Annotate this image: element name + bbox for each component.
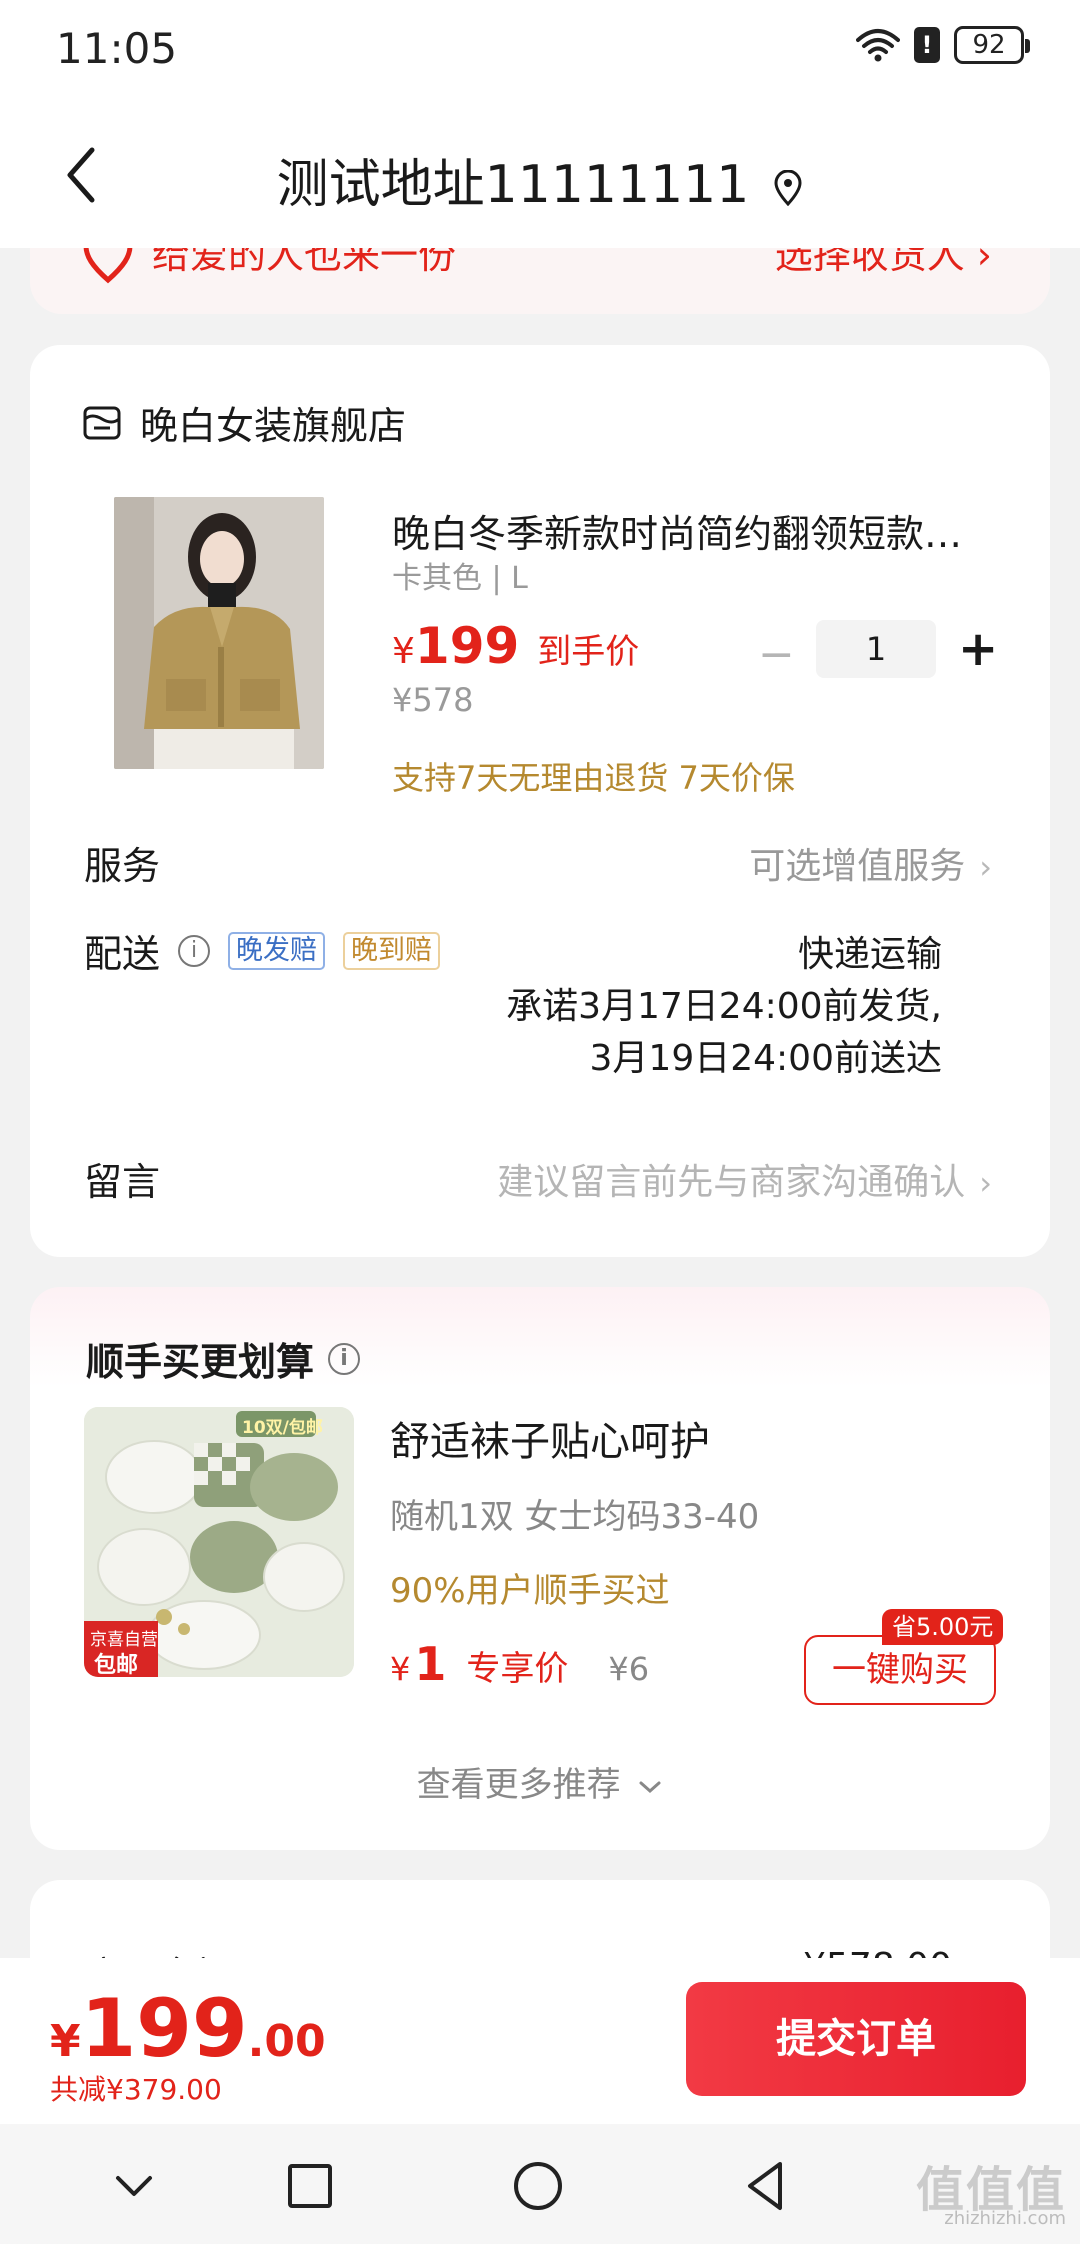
message-placeholder: 建议留言前先与商家沟通确认: [497, 1162, 966, 1203]
total-price: ¥ 199 .00: [50, 1982, 326, 2075]
see-more-label: 查看更多推荐: [416, 1765, 621, 1805]
chevron-down-icon[interactable]: [104, 2156, 164, 2216]
upsell-name[interactable]: 舒适袜子贴心呵护: [390, 1409, 710, 1467]
page-title[interactable]: 测试地址11111111: [0, 142, 1080, 217]
upsell-title-text: 顺手买更划算: [86, 1340, 315, 1384]
total-discount[interactable]: 共减¥379.00: [50, 2068, 222, 2108]
free-shipping-badge: 包邮: [94, 1653, 139, 1677]
system-nav-bar: 值值值 zhizhizhi.com: [0, 2124, 1080, 2244]
delivery-row-left: 配送 i 晚发赔 晚到赔: [84, 923, 441, 978]
price-value: 199: [414, 617, 520, 675]
status-icons: ! 92: [856, 26, 1030, 64]
battery-icon: 92: [954, 26, 1030, 64]
coat-illustration: [114, 497, 324, 769]
delivery-label: 配送: [84, 932, 161, 976]
status-bar: 11:05 ! 92: [0, 0, 1080, 100]
wifi-icon: [856, 29, 900, 62]
upsell-social-proof: 90%用户顺手买过: [390, 1571, 670, 1611]
one-click-buy-button[interactable]: 一键购买: [804, 1635, 996, 1705]
service-row[interactable]: 可选增值服务 ›: [749, 837, 992, 889]
price-tag: 到手价: [537, 632, 640, 672]
upsell-title: 顺手买更划算 i: [86, 1331, 361, 1386]
socks-image[interactable]: 10双/包邮 京喜自营 包邮: [84, 1407, 354, 1677]
late-ship-badge: 晚发赔: [228, 931, 326, 970]
watermark-url: zhizhizhi.com: [944, 2208, 1066, 2229]
delivery-promise-line1: 承诺3月17日24:00前发货,: [506, 986, 942, 1027]
status-time: 11:05: [56, 24, 178, 73]
delivery-method[interactable]: 快递运输: [798, 925, 942, 977]
quantity-decrease-button[interactable]: −: [758, 629, 795, 680]
service-guarantee-tags: 支持7天无理由退货 7天价保: [392, 759, 795, 797]
shop-name: 晚白女装旗舰店: [140, 404, 407, 448]
upsell-price-tag: 专享价: [466, 1649, 569, 1689]
shop-header[interactable]: 晚白女装旗舰店: [82, 395, 406, 450]
alert-icon: !: [914, 27, 940, 63]
service-value: 可选增值服务: [749, 846, 966, 887]
upsell-price-value: 1: [414, 1637, 447, 1691]
total-decimal: .00: [247, 2016, 326, 2067]
chevron-down-icon: [639, 1781, 661, 1793]
product-price: ¥ 199 到手价: [392, 617, 639, 675]
address-title: 测试地址11111111: [276, 155, 750, 215]
late-arrive-badge: 晚到赔: [343, 931, 441, 970]
shop-card: 晚白女装旗舰店 晚白冬季新款时尚简约翻领短款… 卡其色 | L ¥ 199 到手…: [30, 345, 1050, 1257]
info-icon[interactable]: i: [178, 934, 211, 967]
chevron-right-icon: ›: [979, 1164, 992, 1202]
delivery-promise-line2: 3月19日24:00前送达: [589, 1038, 942, 1079]
message-label: 留言: [84, 1160, 161, 1204]
info-icon[interactable]: i: [328, 1342, 361, 1375]
shop-icon: [83, 406, 121, 439]
header: 测试地址11111111: [0, 100, 1080, 248]
delivery-promise: 承诺3月17日24:00前发货, 3月19日24:00前送达: [506, 981, 942, 1085]
back-triangle-icon[interactable]: [736, 2156, 796, 2216]
service-label: 服务: [84, 844, 161, 888]
socks-pack-badge: 10双/包邮: [242, 1418, 323, 1438]
chevron-right-icon: ›: [979, 848, 992, 886]
upsell-original-price: ¥6: [608, 1650, 650, 1688]
upsell-price: ¥ 1 专享价 ¥6: [390, 1637, 649, 1691]
submit-order-button[interactable]: 提交订单: [686, 1982, 1026, 2096]
upsell-card: 顺手买更划算 i 10双/包邮 京喜自营 包邮 舒适袜子贴心呵护 随机1双 女士…: [30, 1287, 1050, 1850]
battery-level: 92: [972, 30, 1006, 60]
product-spec[interactable]: 卡其色 | L: [392, 553, 528, 597]
see-more-recommendations[interactable]: 查看更多推荐: [30, 1757, 1050, 1806]
total-integer: 199: [80, 1982, 248, 2075]
product-title[interactable]: 晚白冬季新款时尚简约翻领短款…: [392, 503, 1012, 558]
original-price: ¥578: [392, 681, 474, 719]
quantity-increase-button[interactable]: +: [958, 621, 998, 677]
total-symbol: ¥: [50, 2016, 81, 2067]
product-image[interactable]: [114, 497, 324, 769]
recent-apps-icon[interactable]: [280, 2156, 340, 2216]
location-pin-icon: [774, 170, 802, 206]
quantity-input[interactable]: 1: [816, 620, 936, 678]
upsell-spec: 随机1双 女士均码33-40: [390, 1497, 760, 1537]
save-badge: 省5.00元: [882, 1609, 1004, 1645]
checkout-bar: ¥ 199 .00 共减¥379.00 提交订单: [0, 1958, 1080, 2124]
home-icon[interactable]: [508, 2156, 568, 2216]
message-input[interactable]: 建议留言前先与商家沟通确认 ›: [497, 1153, 992, 1205]
upsell-price-symbol: ¥: [390, 1650, 411, 1688]
price-symbol: ¥: [392, 631, 415, 672]
